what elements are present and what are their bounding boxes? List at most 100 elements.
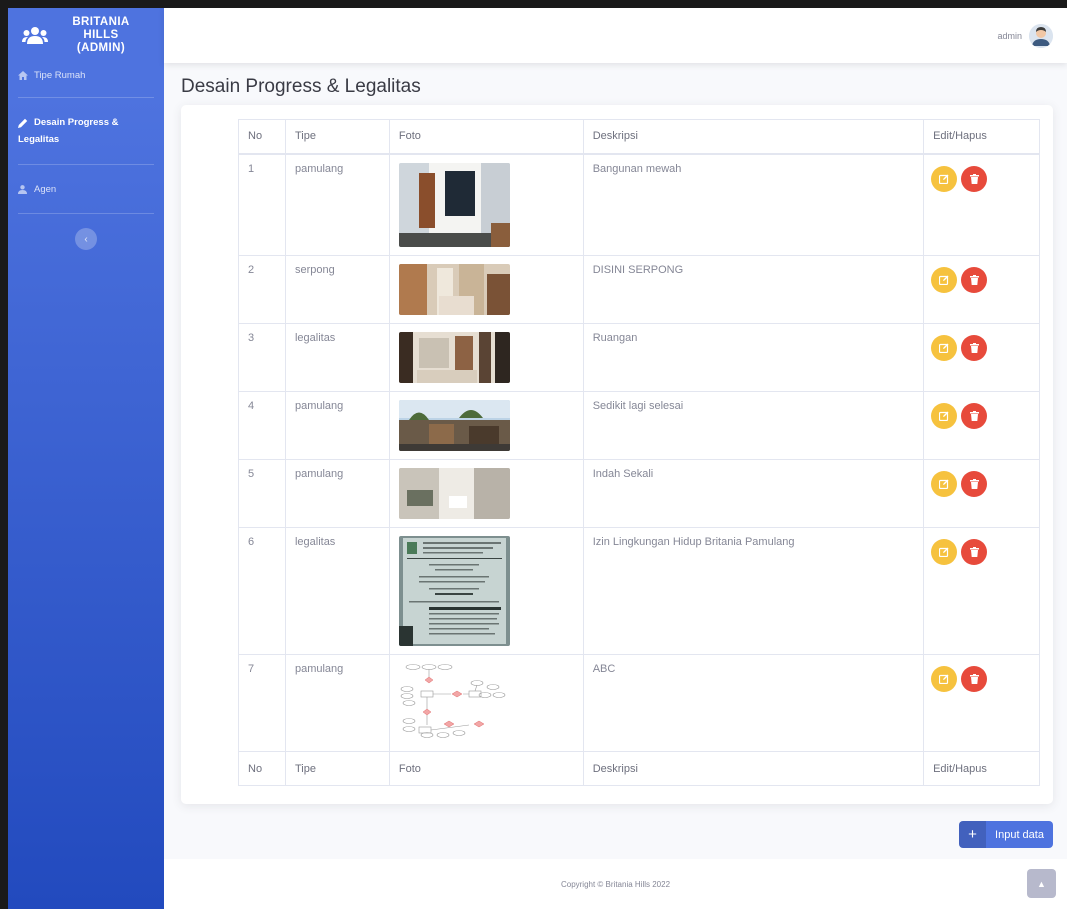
delete-button[interactable]	[961, 267, 988, 293]
trash-icon	[969, 547, 979, 557]
edit-button[interactable]	[931, 471, 958, 497]
table-row: 5 pamulang Indah Sekali	[238, 459, 1040, 528]
brand-title: BRITANIA HILLS (ADMIN)	[72, 16, 130, 54]
pencil-icon	[18, 118, 30, 128]
table-row: 3 legalitas Ruangan	[238, 323, 1040, 392]
delete-button[interactable]	[961, 403, 988, 429]
sidebar-item-tipe-rumah[interactable]: Tipe Rumah	[8, 53, 164, 97]
column-footer-tipe: Tipe	[284, 751, 390, 786]
column-footer-edit-hapus: Edit/Hapus	[923, 751, 1040, 786]
cell-no: 5	[238, 459, 286, 528]
table-row: 2 serpong DISINI SERPONG	[238, 255, 1040, 324]
edit-icon	[939, 174, 949, 184]
topbar: admin	[164, 8, 1067, 63]
delete-button[interactable]	[961, 471, 988, 497]
edit-button[interactable]	[931, 335, 958, 361]
column-header-foto[interactable]: Foto	[388, 119, 584, 155]
edit-icon	[939, 547, 949, 557]
cell-foto	[388, 527, 584, 655]
cell-deskripsi: Ruangan	[582, 323, 925, 392]
cell-tipe: pamulang	[284, 391, 390, 460]
delete-button[interactable]	[961, 165, 988, 192]
edit-icon	[939, 479, 949, 489]
cell-foto	[388, 255, 584, 324]
footer: Copyright © Britania Hills 2022	[164, 859, 1067, 909]
cell-no: 4	[238, 391, 286, 460]
edit-button[interactable]	[931, 267, 958, 293]
edit-button[interactable]	[931, 165, 958, 192]
edit-icon	[939, 674, 949, 684]
cell-tipe: pamulang	[284, 654, 390, 752]
cell-no: 2	[238, 255, 286, 324]
cell-no: 1	[238, 153, 286, 256]
user-name[interactable]: admin	[997, 31, 1022, 41]
document-photo	[398, 536, 510, 646]
column-footer-foto: Foto	[388, 751, 584, 786]
table-row: 6 legalitas Izin Lingkungan Hidup Britan…	[238, 527, 1040, 655]
column-header-edit-hapus[interactable]: Edit/Hapus	[923, 119, 1040, 155]
sidebar-item-label: Agen	[34, 183, 57, 195]
trash-icon	[969, 479, 979, 489]
cell-foto	[388, 323, 584, 392]
cell-actions	[923, 527, 1040, 655]
user-icon	[18, 184, 30, 194]
trash-icon	[969, 343, 979, 353]
sidebar-item-label-line2: Legalitas	[18, 134, 60, 145]
users-icon	[18, 21, 52, 51]
er-diagram-image	[398, 663, 510, 743]
cell-actions	[923, 654, 1040, 752]
column-header-no[interactable]: No	[238, 119, 286, 155]
bathroom-photo	[398, 468, 510, 519]
delete-button[interactable]	[961, 539, 988, 565]
cell-foto	[388, 654, 584, 752]
sidebar-item-label: Desain Progress &	[34, 117, 119, 128]
cell-tipe: pamulang	[284, 153, 390, 256]
window-frame-top	[0, 0, 1067, 8]
edit-button[interactable]	[931, 539, 958, 565]
cell-actions	[923, 391, 1040, 460]
sidebar-item-label: Tipe Rumah	[34, 69, 86, 81]
construction-photo	[398, 400, 510, 451]
scroll-to-top-button[interactable]: ▲	[1027, 869, 1056, 898]
trash-icon	[969, 173, 979, 184]
cell-deskripsi: Bangunan mewah	[582, 153, 925, 256]
delete-button[interactable]	[961, 335, 988, 361]
sidebar-item-agen[interactable]: Agen	[8, 165, 164, 213]
cell-actions	[923, 459, 1040, 528]
cell-actions	[923, 255, 1040, 324]
data-card: No Tipe Foto Deskripsi Edit/Hapus 1 pamu…	[181, 105, 1053, 804]
cell-deskripsi: DISINI SERPONG	[582, 255, 925, 324]
data-table: No Tipe Foto Deskripsi Edit/Hapus 1 pamu…	[238, 119, 1040, 786]
edit-button[interactable]	[931, 666, 958, 692]
cell-foto	[388, 391, 584, 460]
chevron-up-icon: ▲	[1037, 878, 1046, 889]
cell-tipe: legalitas	[284, 323, 390, 392]
input-data-button[interactable]: + Input data	[959, 821, 1053, 848]
cell-foto	[388, 459, 584, 528]
column-footer-no: No	[238, 751, 286, 786]
interior-photo	[398, 264, 510, 315]
house-facade-photo	[398, 162, 510, 247]
input-data-label: Input data	[995, 828, 1044, 841]
cell-foto	[388, 153, 584, 256]
edit-icon	[939, 343, 949, 353]
table-row: 4 pamulang Sedikit lagi selesai	[238, 391, 1040, 460]
trash-icon	[969, 411, 979, 421]
copyright-text: Copyright © Britania Hills 2022	[560, 879, 671, 889]
cell-deskripsi: Sedikit lagi selesai	[582, 391, 925, 460]
sidebar-toggle-button[interactable]: ‹	[75, 228, 97, 250]
table-header-row: No Tipe Foto Deskripsi Edit/Hapus	[238, 119, 1040, 155]
trash-icon	[969, 674, 979, 684]
edit-icon	[939, 275, 949, 285]
column-header-tipe[interactable]: Tipe	[284, 119, 390, 155]
delete-button[interactable]	[961, 666, 988, 692]
column-footer-deskripsi: Deskripsi	[582, 751, 925, 786]
sidebar-item-desain-progress[interactable]: Desain Progress & Legalitas	[8, 98, 164, 164]
cell-actions	[923, 153, 1040, 256]
cell-tipe: legalitas	[284, 527, 390, 655]
edit-icon	[939, 411, 949, 421]
avatar[interactable]	[1029, 23, 1053, 48]
edit-button[interactable]	[931, 403, 958, 429]
cell-actions	[923, 323, 1040, 392]
column-header-deskripsi[interactable]: Deskripsi	[582, 119, 925, 155]
